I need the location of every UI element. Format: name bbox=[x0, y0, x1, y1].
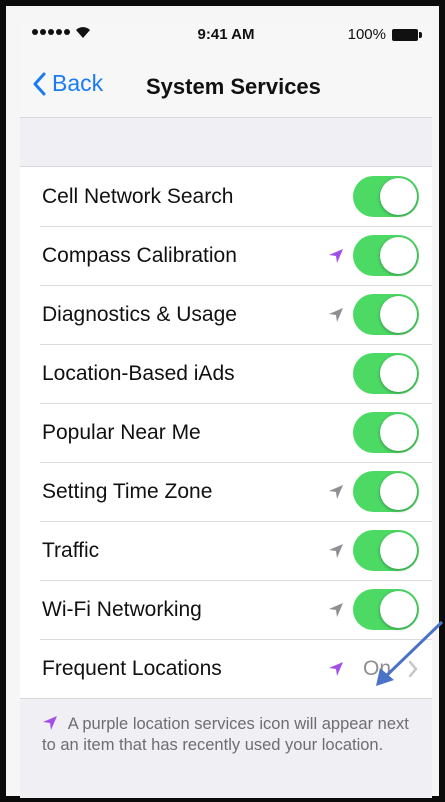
row-label: Diagnostics & Usage bbox=[42, 302, 237, 326]
location-arrow-icon bbox=[329, 662, 343, 676]
row-location-based-iads: Location-Based iAds bbox=[20, 344, 432, 403]
location-arrow-icon bbox=[329, 544, 343, 558]
row-diagnostics-usage: Diagnostics & Usage bbox=[20, 285, 432, 344]
diagnostics-usage-toggle[interactable] bbox=[353, 294, 419, 335]
popular-near-me-toggle[interactable] bbox=[353, 412, 419, 453]
row-compass-calibration: Compass Calibration bbox=[20, 226, 432, 285]
navigation-bar: Back System Services bbox=[20, 48, 432, 118]
status-bar: 9:41 AM 100% bbox=[20, 22, 432, 48]
chevron-left-icon bbox=[33, 72, 46, 95]
back-label: Back bbox=[52, 70, 104, 96]
footer-text: A purple location services icon will app… bbox=[42, 715, 409, 754]
compass-calibration-toggle[interactable] bbox=[353, 235, 419, 276]
page-title: System Services bbox=[146, 74, 321, 99]
row-cell-network-search: Cell Network Search bbox=[20, 167, 432, 226]
row-label: Wi-Fi Networking bbox=[42, 597, 202, 621]
back-button[interactable]: Back bbox=[32, 70, 103, 97]
battery-percent: 100% bbox=[347, 26, 386, 43]
annotation-arrow-icon bbox=[376, 620, 444, 686]
row-label: Compass Calibration bbox=[42, 243, 237, 267]
row-label: Cell Network Search bbox=[42, 184, 234, 208]
setting-time-zone-toggle[interactable] bbox=[353, 471, 419, 512]
row-label: Frequent Locations bbox=[42, 656, 222, 680]
location-arrow-icon bbox=[329, 308, 343, 322]
row-popular-near-me: Popular Near Me bbox=[20, 403, 432, 462]
row-setting-time-zone: Setting Time Zone bbox=[20, 462, 432, 521]
battery-icon bbox=[392, 29, 422, 41]
row-traffic: Traffic bbox=[20, 521, 432, 580]
row-label: Location-Based iAds bbox=[42, 361, 235, 385]
location-arrow-icon bbox=[329, 249, 343, 263]
footer-note: A purple location services icon will app… bbox=[20, 702, 432, 756]
location-arrow-icon bbox=[43, 716, 57, 730]
traffic-toggle[interactable] bbox=[353, 530, 419, 571]
row-label: Setting Time Zone bbox=[42, 479, 213, 503]
row-label: Traffic bbox=[42, 538, 100, 562]
location-based-iads-toggle[interactable] bbox=[353, 353, 419, 394]
cell-network-search-toggle[interactable] bbox=[353, 176, 419, 217]
location-arrow-icon bbox=[329, 485, 343, 499]
row-label: Popular Near Me bbox=[42, 420, 201, 444]
location-arrow-icon bbox=[329, 603, 343, 617]
